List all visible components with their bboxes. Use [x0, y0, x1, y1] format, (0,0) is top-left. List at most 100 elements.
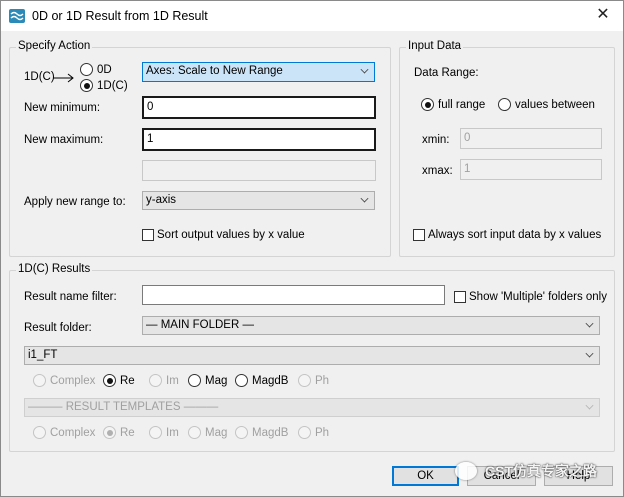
apply-range-select[interactable]: y-axis [142, 191, 375, 210]
radio-ph: Ph [298, 374, 329, 387]
radio-im-label: Im [166, 374, 179, 387]
result-select-value: i1_FT [28, 349, 58, 361]
radio-1dc-indicator[interactable] [80, 79, 93, 92]
app-icon [9, 9, 25, 23]
template-radio-mag-label: Mag [205, 426, 228, 439]
dialog-window: 0D or 1D Result from 1D Result ✕ Specify… [0, 0, 624, 497]
template-radio-ph: Ph [298, 426, 329, 439]
input-data-label: Input Data [406, 40, 464, 52]
radio-im-indicator [149, 374, 162, 387]
watermark: CST仿真专家之路 [455, 461, 597, 481]
radio-0d[interactable]: 0D [80, 63, 112, 76]
new-maximum-label: New maximum: [24, 134, 104, 146]
radio-values-between-indicator[interactable] [498, 98, 511, 111]
radio-magdb-indicator[interactable] [235, 374, 248, 387]
sort-output-checkbox[interactable]: Sort output values by x value [142, 229, 305, 241]
source-type-label: 1D(C) [24, 71, 55, 83]
radio-full-range[interactable]: full range [421, 98, 485, 111]
action-select-value: Axes: Scale to New Range [146, 65, 283, 77]
radio-values-between-label: values between [515, 98, 595, 111]
radio-ph-label: Ph [315, 374, 330, 387]
xmin-label: xmin: [422, 134, 450, 146]
chevron-down-icon [360, 65, 369, 74]
result-templates-select: ——— RESULT TEMPLATES ——— [24, 398, 600, 417]
template-radio-complex-label: Complex [50, 426, 96, 439]
close-icon[interactable]: ✕ [593, 5, 613, 25]
result-select[interactable]: i1_FT [24, 346, 600, 365]
data-range-label: Data Range: [414, 67, 479, 79]
template-radio-magdb-label: MagdB [252, 426, 289, 439]
sort-output-label: Sort output values by x value [157, 229, 305, 241]
result-folder-label: Result folder: [24, 322, 92, 334]
result-folder-value: — MAIN FOLDER — [146, 319, 254, 331]
template-radio-ph-indicator [298, 426, 311, 439]
radio-complex-indicator [33, 374, 46, 387]
radio-0d-indicator[interactable] [80, 63, 93, 76]
radio-magdb[interactable]: MagdB [235, 374, 288, 387]
template-radio-re-indicator [103, 426, 116, 439]
radio-im: Im [149, 374, 179, 387]
multiple-folders-box[interactable] [454, 291, 466, 303]
template-radio-re-label: Re [120, 426, 135, 439]
template-radio-complex: Complex [33, 426, 95, 439]
ok-button[interactable]: OK [392, 466, 459, 486]
xmax-label: xmax: [422, 165, 453, 177]
always-sort-label: Always sort input data by x values [428, 229, 602, 241]
watermark-text: CST仿真专家之路 [485, 463, 597, 479]
radio-mag-label: Mag [205, 374, 228, 387]
extra-value-input [142, 160, 376, 181]
title-bar: 0D or 1D Result from 1D Result ✕ [1, 1, 623, 31]
always-sort-box[interactable] [413, 229, 425, 241]
action-select[interactable]: Axes: Scale to New Range [142, 62, 375, 82]
radio-1dc[interactable]: 1D(C) [80, 79, 128, 92]
template-radio-mag-indicator [188, 426, 201, 439]
sort-output-box[interactable] [142, 229, 154, 241]
chevron-down-icon [585, 349, 594, 358]
chevron-down-icon [360, 194, 369, 203]
radio-re[interactable]: Re [103, 374, 135, 387]
radio-complex: Complex [33, 374, 95, 387]
radio-ph-indicator [298, 374, 311, 387]
result-filter-label: Result name filter: [24, 291, 117, 303]
new-minimum-label: New minimum: [24, 102, 101, 114]
result-folder-select[interactable]: — MAIN FOLDER — [142, 316, 600, 335]
radio-complex-label: Complex [50, 374, 96, 387]
multiple-folders-label: Show 'Multiple' folders only [469, 291, 607, 303]
template-radio-im: Im [149, 426, 179, 439]
radio-mag[interactable]: Mag [188, 374, 227, 387]
new-maximum-input[interactable]: 1 [142, 128, 376, 151]
template-radio-re: Re [103, 426, 135, 439]
xmax-input: 1 [460, 159, 602, 180]
template-radio-mag: Mag [188, 426, 227, 439]
chevron-down-icon [585, 319, 594, 328]
template-radio-magdb-indicator [235, 426, 248, 439]
radio-full-range-label: full range [438, 98, 486, 111]
result-filter-input[interactable] [142, 285, 445, 305]
result-templates-value: ——— RESULT TEMPLATES ——— [28, 401, 219, 413]
always-sort-checkbox[interactable]: Always sort input data by x values [413, 229, 601, 241]
multiple-folders-checkbox[interactable]: Show 'Multiple' folders only [454, 291, 607, 303]
radio-re-label: Re [120, 374, 135, 387]
radio-1dc-label: 1D(C) [97, 79, 128, 92]
apply-range-value: y-axis [146, 194, 177, 206]
results-label: 1D(C) Results [16, 263, 93, 275]
xmin-input: 0 [460, 128, 602, 149]
apply-range-label: Apply new range to: [24, 196, 126, 208]
wechat-icon [455, 462, 477, 480]
radio-full-range-indicator[interactable] [421, 98, 434, 111]
radio-mag-indicator[interactable] [188, 374, 201, 387]
new-minimum-input[interactable]: 0 [142, 96, 376, 119]
template-radio-magdb: MagdB [235, 426, 288, 439]
template-radio-ph-label: Ph [315, 426, 330, 439]
chevron-down-icon [585, 401, 594, 410]
template-radio-im-indicator [149, 426, 162, 439]
arrow-right-icon [53, 73, 74, 83]
template-radio-im-label: Im [166, 426, 179, 439]
radio-0d-label: 0D [97, 63, 112, 76]
specify-action-label: Specify Action [16, 40, 93, 52]
radio-magdb-label: MagdB [252, 374, 289, 387]
radio-values-between[interactable]: values between [498, 98, 595, 111]
template-radio-complex-indicator [33, 426, 46, 439]
radio-re-indicator[interactable] [103, 374, 116, 387]
window-title: 0D or 1D Result from 1D Result [32, 9, 208, 23]
